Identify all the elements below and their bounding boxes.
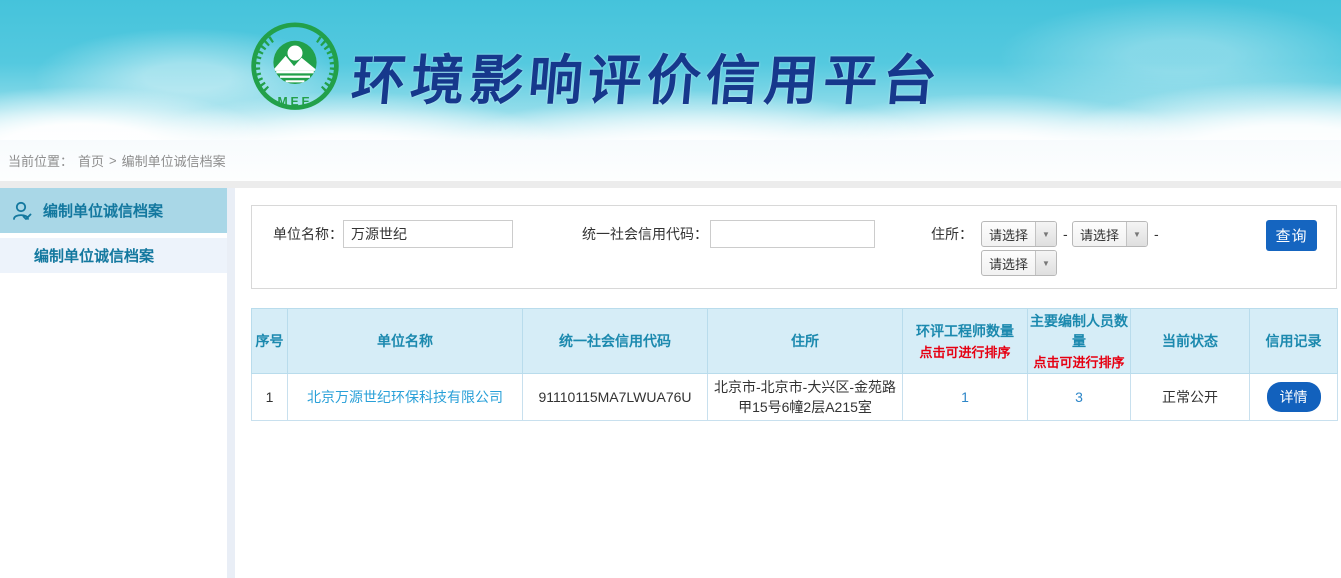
search-panel: 单位名称： 统一社会信用代码： 住所： 请选择 ▼ - 请选择 ▼ - 请选择 … xyxy=(251,205,1337,289)
query-button[interactable]: 查询 xyxy=(1266,220,1317,251)
divider xyxy=(0,181,1341,188)
address-dash-1: - xyxy=(1063,220,1068,248)
cell-address: 北京市-北京市-大兴区-金苑路甲15号6幢2层A215室 xyxy=(708,374,903,421)
breadcrumb-separator: > xyxy=(109,153,117,168)
cell-status: 正常公开 xyxy=(1131,374,1250,421)
address-dash-2: - xyxy=(1154,220,1159,248)
city-select[interactable]: 请选择 ▼ xyxy=(1072,221,1148,247)
staff-count-link[interactable]: 3 xyxy=(1075,389,1083,405)
sidebar-divider xyxy=(227,188,235,578)
col-address: 住所 xyxy=(708,309,903,374)
sort-engineers-hint[interactable]: 点击可进行排序 xyxy=(905,342,1025,361)
breadcrumb-current: 编制单位诚信档案 xyxy=(122,151,226,170)
site-header: MEE 环境影响评价信用平台 xyxy=(0,0,1341,140)
results-table: 序号 单位名称 统一社会信用代码 住所 环评工程师数量 点击可进行排序 主要编制… xyxy=(251,308,1338,421)
table-row: 1 北京万源世纪环保科技有限公司 91110115MA7LWUA76U 北京市-… xyxy=(252,374,1338,421)
district-select-value: 请选择 xyxy=(982,254,1035,273)
sidebar: 编制单位诚信档案 编制单位诚信档案 xyxy=(0,188,227,578)
district-select[interactable]: 请选择 ▼ xyxy=(981,250,1057,276)
sidebar-item-archives[interactable]: 编制单位诚信档案 xyxy=(0,238,227,273)
sort-staff-hint[interactable]: 点击可进行排序 xyxy=(1030,352,1128,371)
col-index: 序号 xyxy=(252,309,288,374)
breadcrumb: 当前位置： 首页 > 编制单位诚信档案 xyxy=(0,140,1341,181)
col-staff-count: 主要编制人员数量 点击可进行排序 xyxy=(1028,309,1131,374)
company-name-label: 单位名称： xyxy=(270,220,343,248)
company-name-input[interactable] xyxy=(343,220,513,248)
logo-text: MEE xyxy=(278,95,313,109)
user-check-icon xyxy=(10,199,34,223)
col-company: 单位名称 xyxy=(288,309,523,374)
credit-code-input[interactable] xyxy=(710,220,875,248)
main-content: 单位名称： 统一社会信用代码： 住所： 请选择 ▼ - 请选择 ▼ - 请选择 … xyxy=(235,188,1341,578)
breadcrumb-home-link[interactable]: 首页 xyxy=(78,151,104,170)
city-select-value: 请选择 xyxy=(1073,225,1126,244)
province-select-value: 请选择 xyxy=(982,225,1035,244)
sidebar-group-archives[interactable]: 编制单位诚信档案 xyxy=(0,188,227,233)
chevron-down-icon[interactable]: ▼ xyxy=(1035,251,1056,275)
province-select[interactable]: 请选择 ▼ xyxy=(981,221,1057,247)
breadcrumb-prefix: 当前位置： xyxy=(8,151,73,170)
sidebar-group-label: 编制单位诚信档案 xyxy=(43,200,163,221)
cell-index: 1 xyxy=(252,374,288,421)
mee-logo-icon: MEE xyxy=(248,22,342,116)
col-status: 当前状态 xyxy=(1131,309,1250,374)
chevron-down-icon[interactable]: ▼ xyxy=(1035,222,1056,246)
address-label: 住所： xyxy=(921,220,973,248)
cell-credit-code: 91110115MA7LWUA76U xyxy=(523,374,708,421)
col-credit-record: 信用记录 xyxy=(1250,309,1338,374)
site-title: 环境影响评价信用平台 xyxy=(349,36,946,115)
table-header-row: 序号 单位名称 统一社会信用代码 住所 环评工程师数量 点击可进行排序 主要编制… xyxy=(252,309,1338,374)
company-link[interactable]: 北京万源世纪环保科技有限公司 xyxy=(307,389,503,405)
engineer-count-link[interactable]: 1 xyxy=(961,389,969,405)
chevron-down-icon[interactable]: ▼ xyxy=(1126,222,1147,246)
col-engineer-count: 环评工程师数量 点击可进行排序 xyxy=(903,309,1028,374)
col-credit-code: 统一社会信用代码 xyxy=(523,309,708,374)
credit-code-label: 统一社会信用代码： xyxy=(558,220,708,248)
detail-button[interactable]: 详情 xyxy=(1267,382,1321,412)
